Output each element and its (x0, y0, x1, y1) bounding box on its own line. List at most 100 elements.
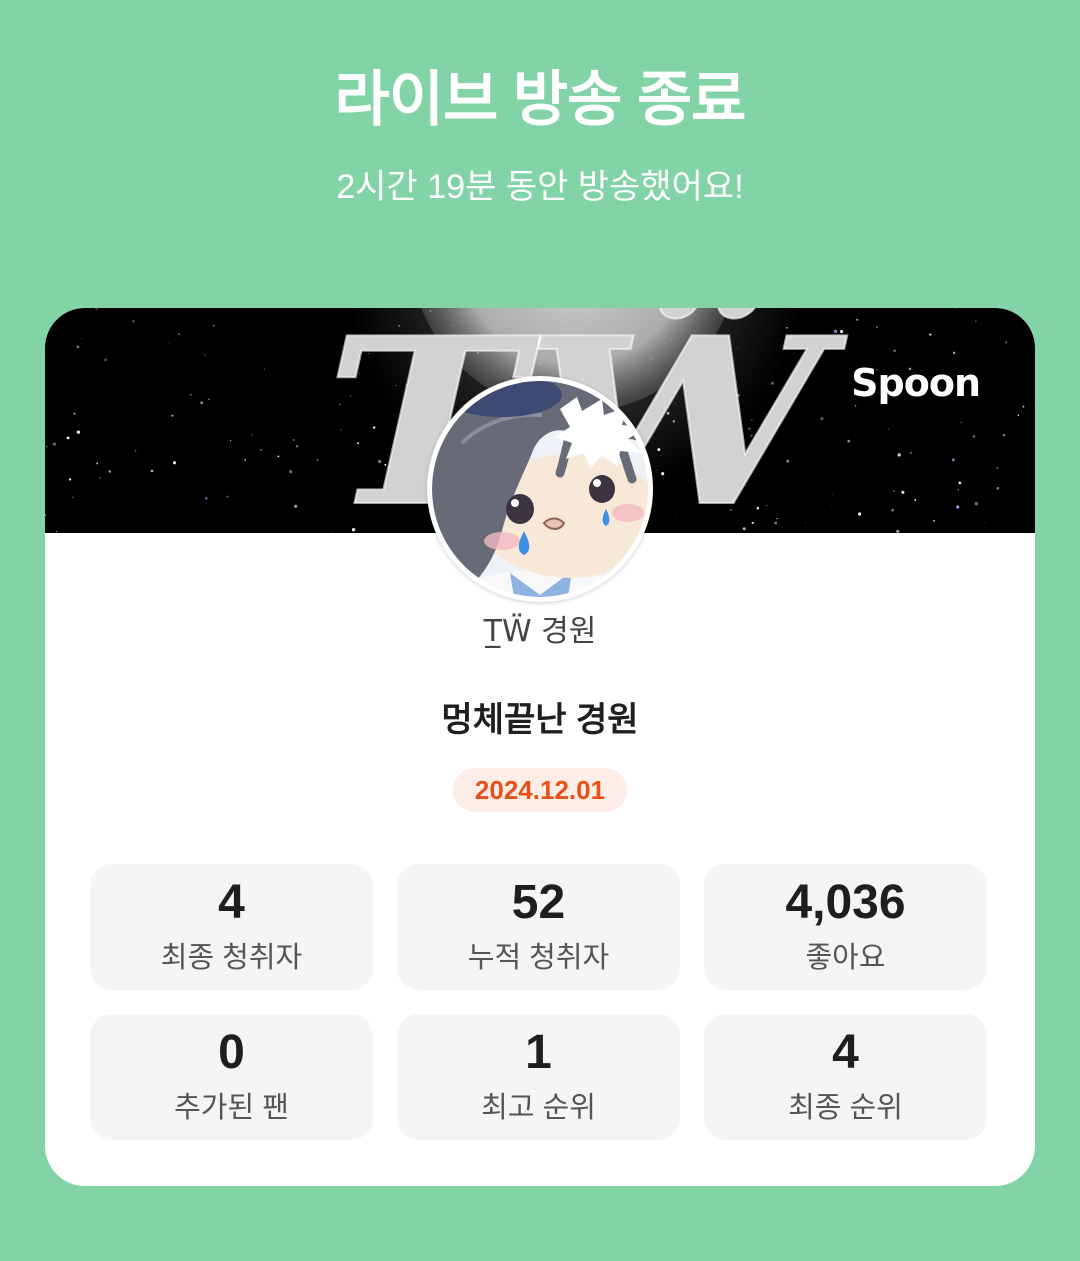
star (73, 412, 76, 415)
star (891, 508, 894, 512)
star (952, 351, 956, 355)
star (200, 401, 204, 405)
star (168, 342, 170, 344)
star (204, 354, 206, 356)
star (832, 494, 834, 495)
broadcast-duration: 2시간 19분 동안 방송했어요! (336, 168, 744, 206)
avatar-illustration (432, 381, 648, 597)
star (48, 308, 51, 311)
spoon-logo: Spoon (851, 361, 981, 405)
star (295, 445, 299, 448)
star (974, 502, 978, 506)
star (847, 439, 851, 443)
star (975, 320, 977, 323)
star (213, 324, 215, 327)
star (294, 504, 298, 508)
date-badge: 2024.12.01 (452, 768, 628, 812)
host-name: T̲Ẅ 경원 (483, 614, 597, 649)
star (260, 448, 263, 451)
star (76, 430, 81, 434)
stat-value: 4 (832, 1026, 859, 1079)
star (983, 522, 985, 524)
stats-grid: 4 최종 청취자 52 누적 청취자 4,036 좋아요 0 추가된 팬 1 최… (90, 864, 987, 1140)
broadcast-title: 멍체끝난 경원 (441, 701, 639, 739)
stat-final-rank: 4 최종 순위 (704, 1014, 987, 1140)
star (896, 529, 900, 533)
stat-label: 누적 청취자 (467, 942, 610, 974)
star (292, 439, 295, 441)
star (893, 490, 895, 492)
star (956, 308, 958, 309)
star (178, 333, 181, 336)
star (840, 329, 844, 334)
star (833, 329, 838, 333)
star (888, 428, 890, 430)
star (876, 326, 878, 328)
star (263, 368, 265, 370)
stat-value: 52 (511, 876, 566, 929)
star (854, 405, 857, 407)
date-row: 2024.12.01 (45, 768, 1035, 812)
stat-likes: 4,036 좋아요 (704, 864, 987, 990)
star (277, 455, 280, 458)
star (897, 453, 901, 457)
star (68, 478, 72, 481)
star (957, 489, 959, 491)
star (289, 470, 293, 474)
stat-label: 최종 청취자 (160, 942, 303, 974)
star (150, 469, 154, 473)
star (45, 514, 46, 516)
star (1002, 433, 1006, 437)
star (856, 318, 859, 321)
star (55, 530, 58, 533)
star (76, 345, 80, 349)
stat-label: 추가된 팬 (174, 1092, 289, 1124)
star (229, 439, 232, 442)
star (1017, 414, 1020, 416)
star (171, 414, 174, 417)
star (893, 349, 896, 353)
stat-value: 4 (218, 876, 245, 929)
avatar (427, 376, 653, 602)
star (208, 398, 210, 401)
star (45, 446, 48, 448)
star (914, 498, 917, 501)
star (901, 490, 903, 492)
star (104, 358, 108, 362)
star (316, 458, 319, 462)
star (132, 320, 135, 323)
star (134, 449, 137, 452)
stat-final-listeners: 4 최종 청취자 (90, 864, 373, 990)
star (831, 504, 833, 507)
star (52, 442, 57, 446)
broadcast-summary-card: TẄ Spoon (45, 308, 1035, 1186)
stat-label: 최종 순위 (788, 1092, 903, 1124)
star (226, 495, 229, 498)
star (172, 461, 177, 465)
star (858, 512, 862, 516)
stat-best-rank: 1 최고 순위 (397, 1014, 680, 1140)
star (1022, 405, 1025, 408)
stat-value: 1 (525, 1026, 552, 1079)
star (996, 466, 999, 470)
stat-value: 4,036 (785, 876, 906, 929)
star (189, 393, 192, 396)
star (66, 436, 70, 440)
star (960, 421, 962, 424)
star (81, 338, 83, 340)
stat-label: 최고 순위 (481, 1092, 596, 1124)
star (909, 451, 912, 454)
star (996, 486, 1000, 490)
stat-total-listeners: 52 누적 청취자 (397, 864, 680, 990)
star (932, 519, 935, 522)
star (99, 476, 101, 479)
star (958, 481, 962, 485)
star (956, 505, 960, 509)
star (929, 333, 932, 336)
star (96, 462, 99, 465)
star (952, 458, 955, 462)
star (1005, 341, 1008, 344)
page-title: 라이브 방송 종료 (334, 66, 747, 133)
star (244, 459, 246, 461)
stat-label: 좋아요 (805, 942, 886, 974)
